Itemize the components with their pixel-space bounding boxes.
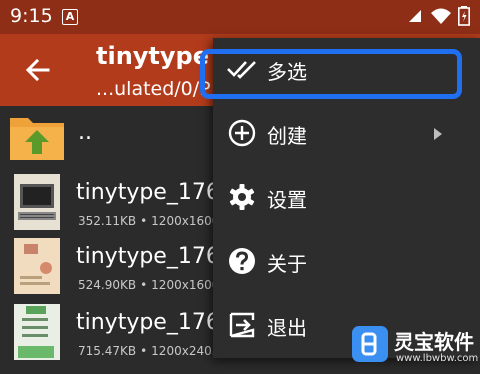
file-thumbnail bbox=[14, 174, 60, 230]
file-dimensions: 1200x2403 bbox=[151, 344, 220, 358]
menu-item-about[interactable]: 关于 bbox=[213, 230, 480, 294]
meta-separator: • bbox=[140, 344, 148, 358]
file-meta: 524.90KB • 1200x1600 bbox=[78, 278, 219, 292]
file-dimensions: 1200x1600 bbox=[151, 278, 220, 292]
highlight-box bbox=[200, 49, 462, 99]
gear-icon bbox=[229, 184, 255, 210]
status-time: 9:15 bbox=[10, 5, 53, 27]
help-circle-icon bbox=[229, 248, 255, 274]
submenu-arrow-icon bbox=[434, 128, 442, 140]
status-bar: 9:15 A bbox=[0, 0, 480, 34]
menu-item-label: 创建 bbox=[267, 124, 307, 148]
current-path: ...ulated/0/P bbox=[96, 78, 211, 100]
file-meta: 715.47KB • 1200x2403 bbox=[78, 344, 219, 358]
file-size: 524.90KB bbox=[78, 278, 137, 292]
file-dimensions: 1200x1600 bbox=[151, 214, 220, 228]
file-thumbnail bbox=[14, 304, 60, 360]
watermark-logo bbox=[352, 326, 388, 362]
meta-separator: • bbox=[140, 214, 148, 228]
file-size: 715.47KB bbox=[78, 344, 137, 358]
computer-image bbox=[18, 184, 56, 220]
exit-icon bbox=[229, 312, 255, 338]
greenery-image bbox=[18, 306, 54, 358]
watermark-name: 灵宝软件 bbox=[394, 330, 474, 354]
folder-up-icon bbox=[10, 118, 64, 160]
menu-item-label: 关于 bbox=[267, 252, 307, 276]
back-arrow-icon[interactable] bbox=[24, 56, 52, 84]
signal-icon bbox=[409, 10, 421, 22]
logo-b-icon bbox=[361, 332, 377, 356]
menu-item-label: 设置 bbox=[267, 188, 307, 212]
file-thumbnail bbox=[14, 238, 60, 294]
menu-item-label: 退出 bbox=[267, 316, 307, 340]
file-size: 352.11KB bbox=[78, 214, 137, 228]
menu-item-settings[interactable]: 设置 bbox=[213, 166, 480, 230]
meta-separator: • bbox=[140, 278, 148, 292]
menu-item-create[interactable]: 创建 bbox=[213, 102, 480, 166]
watermark-url: www.lbwbw.com bbox=[396, 353, 479, 364]
illustration-image bbox=[20, 244, 52, 285]
watermark: 灵宝软件 www.lbwbw.com bbox=[352, 324, 478, 370]
wifi-icon bbox=[431, 8, 451, 24]
notification-icon: A bbox=[62, 9, 78, 25]
status-icons bbox=[406, 6, 470, 26]
parent-folder-label: .. bbox=[78, 120, 92, 145]
add-circle-icon bbox=[228, 119, 256, 147]
file-meta: 352.11KB • 1200x1600 bbox=[78, 214, 219, 228]
app-title: tinytype bbox=[96, 42, 210, 70]
battery-icon bbox=[458, 6, 470, 26]
